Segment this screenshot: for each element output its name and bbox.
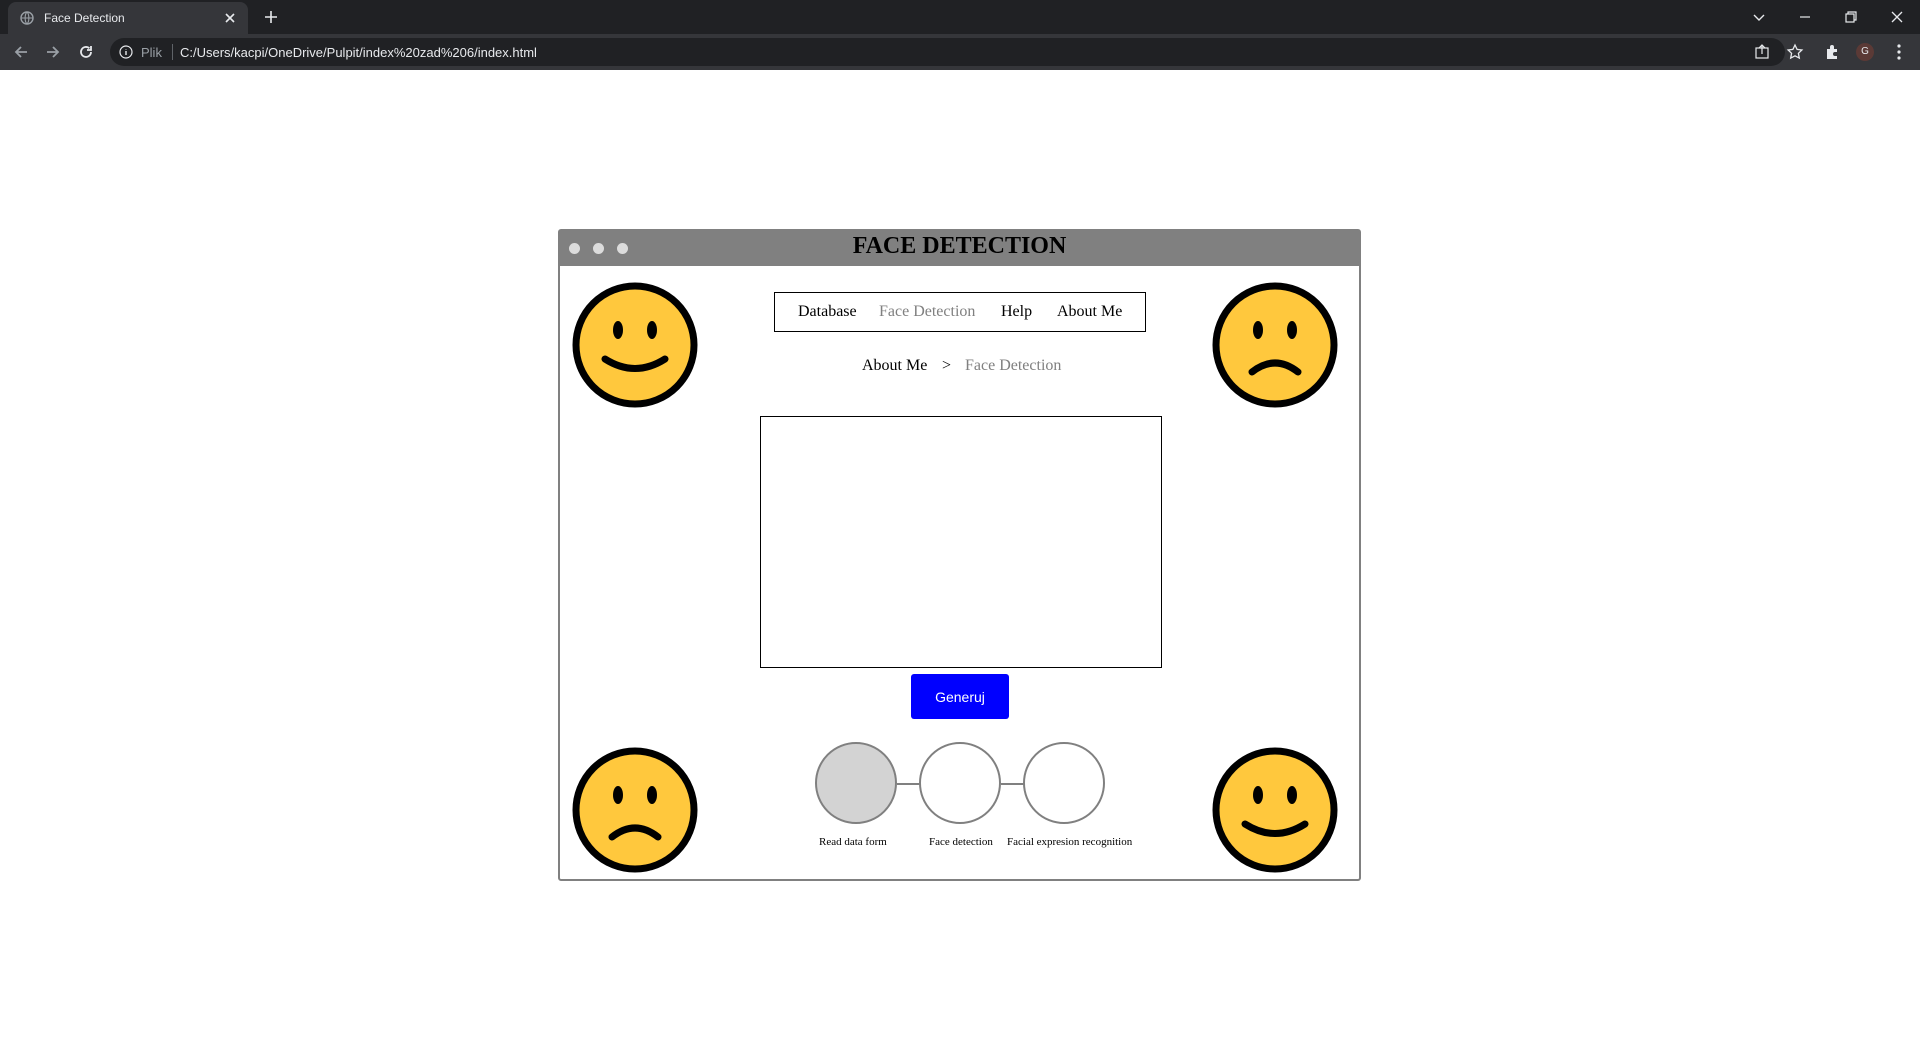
generate-button[interactable]: Generuj xyxy=(911,674,1009,719)
nav-database[interactable]: Database xyxy=(798,303,857,321)
address-bar[interactable]: Plik C:/Users/kacpi/OneDrive/Pulpit/inde… xyxy=(110,38,1785,66)
detection-canvas xyxy=(760,416,1162,668)
step-label-read-data: Read data form xyxy=(819,836,887,848)
url-text[interactable]: C:/Users/kacpi/OneDrive/Pulpit/index%20z… xyxy=(180,45,537,60)
close-window-icon[interactable] xyxy=(1887,7,1907,27)
share-icon[interactable] xyxy=(1753,43,1771,61)
step-connector xyxy=(1001,783,1024,785)
browser-toolbar: Plik C:/Users/kacpi/OneDrive/Pulpit/inde… xyxy=(0,34,1920,70)
forward-arrow-icon[interactable] xyxy=(43,42,63,62)
happy-face-icon xyxy=(572,282,698,408)
restore-icon[interactable] xyxy=(1841,7,1861,27)
minimize-icon[interactable] xyxy=(1795,7,1815,27)
step-connector xyxy=(897,783,920,785)
sad-face-icon xyxy=(1212,282,1338,408)
breadcrumb-about-me[interactable]: About Me xyxy=(862,357,927,375)
browser-tab[interactable]: Face Detection xyxy=(8,2,248,34)
step-expression-circle xyxy=(1023,742,1105,824)
more-menu-icon[interactable] xyxy=(1889,42,1909,62)
sad-face-icon xyxy=(572,747,698,873)
window-title-bar: FACE DETECTION xyxy=(560,231,1359,266)
step-face-detection-circle xyxy=(919,742,1001,824)
profile-avatar[interactable]: G xyxy=(1856,43,1874,61)
happy-face-icon xyxy=(1212,747,1338,873)
breadcrumb-separator: > xyxy=(942,357,952,374)
address-separator xyxy=(172,44,173,60)
app-window: FACE DETECTION Database Face Detection H… xyxy=(558,229,1361,881)
nav-face-detection[interactable]: Face Detection xyxy=(879,303,975,321)
page-title: FACE DETECTION xyxy=(852,233,1067,259)
step-label-face-detection: Face detection xyxy=(929,836,993,848)
reload-icon[interactable] xyxy=(76,42,96,62)
close-tab-icon[interactable] xyxy=(222,10,238,26)
tab-title: Face Detection xyxy=(44,11,125,25)
bookmark-star-icon[interactable] xyxy=(1785,42,1805,62)
url-scheme-label: Plik xyxy=(141,45,162,60)
globe-icon xyxy=(20,11,34,25)
breadcrumb-current: Face Detection xyxy=(965,357,1062,374)
main-nav: Database Face Detection Help About Me xyxy=(774,292,1146,332)
nav-about-me[interactable]: About Me xyxy=(1057,303,1122,321)
extensions-icon[interactable] xyxy=(1823,42,1843,62)
nav-help[interactable]: Help xyxy=(1001,303,1032,321)
tab-search-icon[interactable] xyxy=(1749,7,1769,27)
back-arrow-icon[interactable] xyxy=(11,42,31,62)
step-read-data-circle xyxy=(815,742,897,824)
info-icon[interactable] xyxy=(119,45,133,59)
new-tab-icon[interactable] xyxy=(262,8,280,26)
browser-tab-strip: Face Detection xyxy=(0,0,1920,34)
step-label-expression: Facial expresion recognition xyxy=(1007,836,1133,848)
